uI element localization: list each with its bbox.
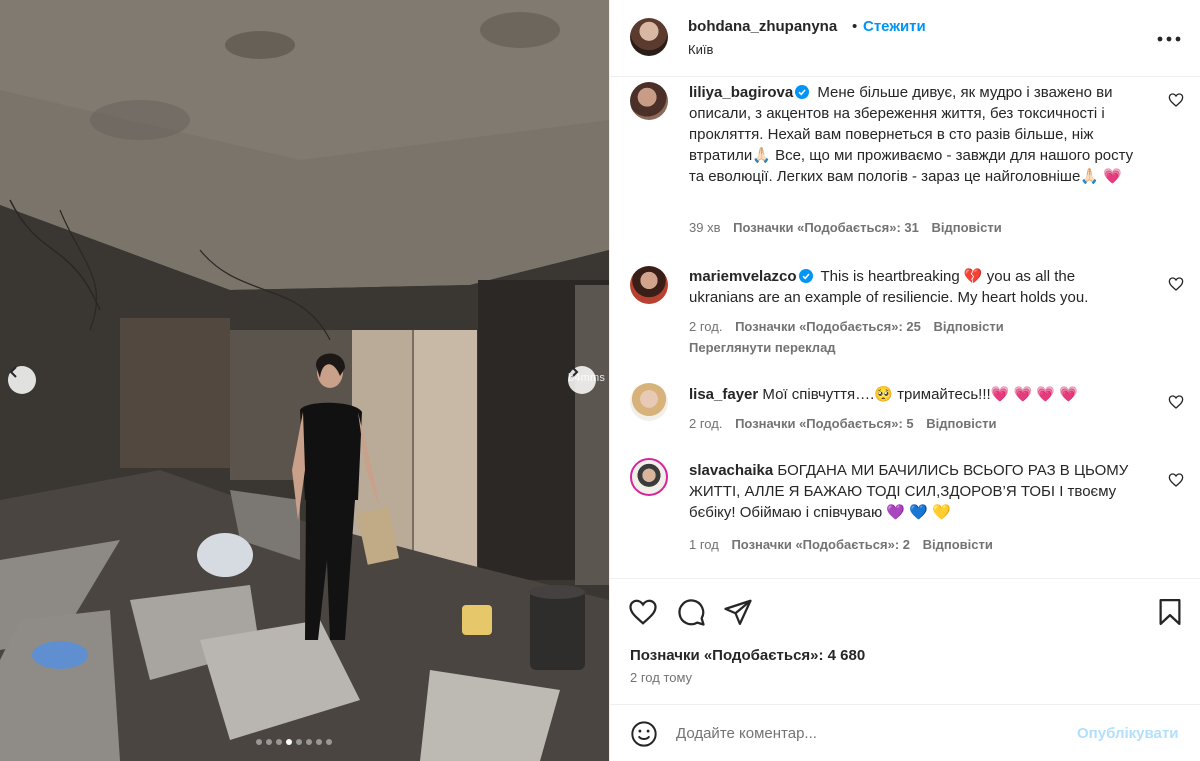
comment-meta: 2 год. Позначки «Подобається»: 25 Відпов… [689, 319, 1013, 334]
comment-likes[interactable]: Позначки «Подобається»: 25 [735, 319, 921, 334]
comment-likes[interactable]: Позначки «Подобається»: 2 [731, 537, 910, 552]
header-separator: • [852, 18, 858, 35]
author-avatar[interactable] [630, 18, 668, 56]
comment-username[interactable]: liliya_bagirova [689, 84, 793, 101]
post-location[interactable]: Київ [688, 42, 713, 57]
heart-icon[interactable] [1168, 394, 1184, 410]
carousel-dot [266, 739, 272, 745]
photo-scene [0, 0, 609, 761]
emoji-icon[interactable] [630, 720, 658, 748]
photo-watermark: b4mms [568, 372, 606, 384]
carousel-dot [306, 739, 312, 745]
follow-button[interactable]: Стежити [863, 18, 926, 35]
comment-username[interactable]: lisa_fayer [689, 386, 758, 403]
carousel-prev-button[interactable] [8, 366, 36, 394]
heart-icon[interactable] [1168, 472, 1184, 488]
carousel-dot [276, 739, 282, 745]
comment-body: slavachaika БОГДАНА МИ БАЧИЛИСЬ ВСЬОГО Р… [689, 460, 1144, 523]
post-actions: Позначки «Подобається»: 4 680 2 год тому [610, 578, 1200, 698]
commenter-avatar[interactable] [630, 82, 668, 120]
more-icon [1157, 36, 1181, 42]
like-heart-icon[interactable] [628, 597, 658, 627]
carousel-dot [256, 739, 262, 745]
comment-meta: 39 хв Позначки «Подобається»: 31 Відпові… [689, 220, 1011, 235]
carousel-dot [326, 739, 332, 745]
post-likes-count[interactable]: Позначки «Подобається»: 4 680 [630, 647, 865, 664]
verified-icon [798, 269, 813, 283]
post-header: bohdana_zhupanyna • Стежити Київ [610, 0, 1200, 77]
comment-body: lisa_fayer Мої співчуття….🥺 тримайтесь!!… [689, 384, 1144, 405]
publish-button[interactable]: Опублікувати [1077, 725, 1178, 742]
heart-icon[interactable] [1168, 92, 1184, 108]
carousel-dot [316, 739, 322, 745]
carousel-dot [286, 739, 292, 745]
comments-list[interactable]: liliya_bagirova Мене більше дивує, як му… [610, 78, 1200, 578]
carousel-dots [256, 739, 332, 745]
comment-likes[interactable]: Позначки «Подобається»: 31 [733, 220, 919, 235]
post-panel: bohdana_zhupanyna • Стежити Київ liliya_… [609, 0, 1200, 761]
commenter-avatar[interactable] [630, 383, 668, 421]
reply-button[interactable]: Відповісти [933, 319, 1003, 334]
comment-body: liliya_bagirova Мене більше дивує, як му… [689, 82, 1144, 187]
post-photo[interactable]: b4mms [0, 0, 609, 761]
author-username[interactable]: bohdana_zhupanyna [688, 18, 837, 35]
reply-button[interactable]: Відповісти [932, 220, 1002, 235]
comment-likes[interactable]: Позначки «Подобається»: 5 [735, 416, 914, 431]
comment-meta: 1 год Позначки «Подобається»: 2 Відповіс… [689, 537, 1002, 552]
chevron-left-icon [9, 366, 17, 378]
bookmark-icon[interactable] [1155, 597, 1185, 627]
share-icon[interactable] [723, 597, 753, 627]
comment-username[interactable]: slavachaika [689, 462, 773, 479]
comment-body: mariemvelazco This is heartbreaking 💔 yo… [689, 266, 1144, 308]
comment-time[interactable]: 2 год. [689, 319, 722, 334]
add-comment-bar: Опублікувати [610, 704, 1200, 761]
verified-icon [795, 85, 810, 99]
comment-time[interactable]: 39 хв [689, 220, 720, 235]
reply-button[interactable]: Відповісти [923, 537, 993, 552]
comment-username[interactable]: mariemvelazco [689, 268, 797, 285]
comment-text: Мої співчуття….🥺 тримайтесь!!!💗 💗 💗 💗 [762, 386, 1078, 403]
comment-input[interactable] [676, 719, 1056, 747]
comment-meta: 2 год. Позначки «Подобається»: 5 Відпові… [689, 416, 1006, 431]
reply-button[interactable]: Відповісти [926, 416, 996, 431]
heart-icon[interactable] [1168, 276, 1184, 292]
more-options-button[interactable] [1156, 26, 1182, 52]
comment-time[interactable]: 2 год. [689, 416, 722, 431]
commenter-avatar[interactable] [630, 458, 668, 496]
see-translation-button[interactable]: Переглянути переклад [689, 340, 836, 355]
comment-time[interactable]: 1 год [689, 537, 719, 552]
post-timestamp[interactable]: 2 год тому [630, 670, 692, 685]
carousel-dot [296, 739, 302, 745]
commenter-avatar[interactable] [630, 266, 668, 304]
comment-icon[interactable] [676, 597, 706, 627]
